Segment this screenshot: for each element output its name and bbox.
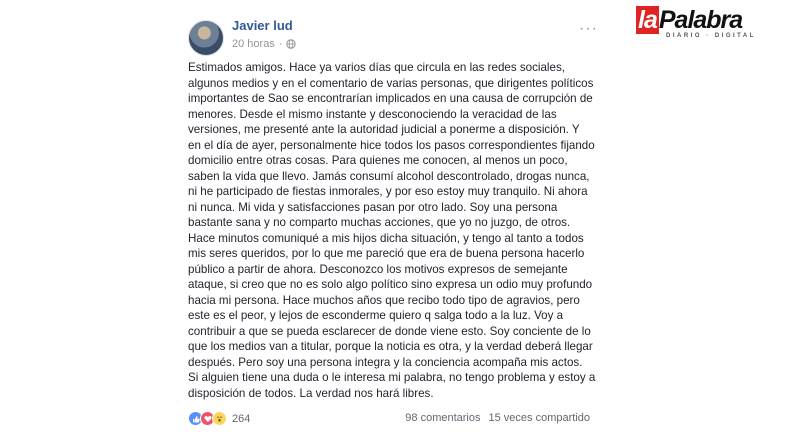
comments-count[interactable]: 98 comentarios	[405, 412, 480, 424]
logo-wordmark: laPalabra	[636, 6, 743, 35]
meta-separator: ·	[278, 38, 283, 50]
post-meta: 20 horas ·	[232, 38, 297, 50]
post-stats: 98 comentarios 15 veces compartido	[405, 412, 590, 424]
reaction-count: 264	[232, 412, 251, 425]
logo-subtitle: DIARIO · DIGITAL	[666, 33, 756, 39]
reactions-summary[interactable]: 264	[188, 411, 250, 426]
facebook-post: Javier lud 20 horas · ··· Estimados amig…	[178, 0, 612, 445]
wow-reaction-icon	[212, 411, 227, 426]
post-time[interactable]: 20 horas	[232, 38, 275, 50]
logo-la: la	[636, 6, 659, 34]
post-text: Estimados amigos. Hace ya varios días qu…	[188, 61, 596, 400]
author-name[interactable]: Javier lud	[232, 18, 293, 33]
logo-palabra: Palabra	[658, 6, 743, 34]
globe-icon	[286, 39, 297, 49]
lapalabra-logo: laPalabra DIARIO · DIGITAL	[636, 6, 770, 39]
more-icon[interactable]: ···	[579, 20, 598, 38]
avatar[interactable]	[188, 20, 224, 56]
post-footer: 264 98 comentarios 15 veces compartido	[188, 411, 602, 427]
post-header: Javier lud 20 horas · ···	[188, 16, 602, 56]
shares-count[interactable]: 15 veces compartido	[489, 412, 591, 424]
